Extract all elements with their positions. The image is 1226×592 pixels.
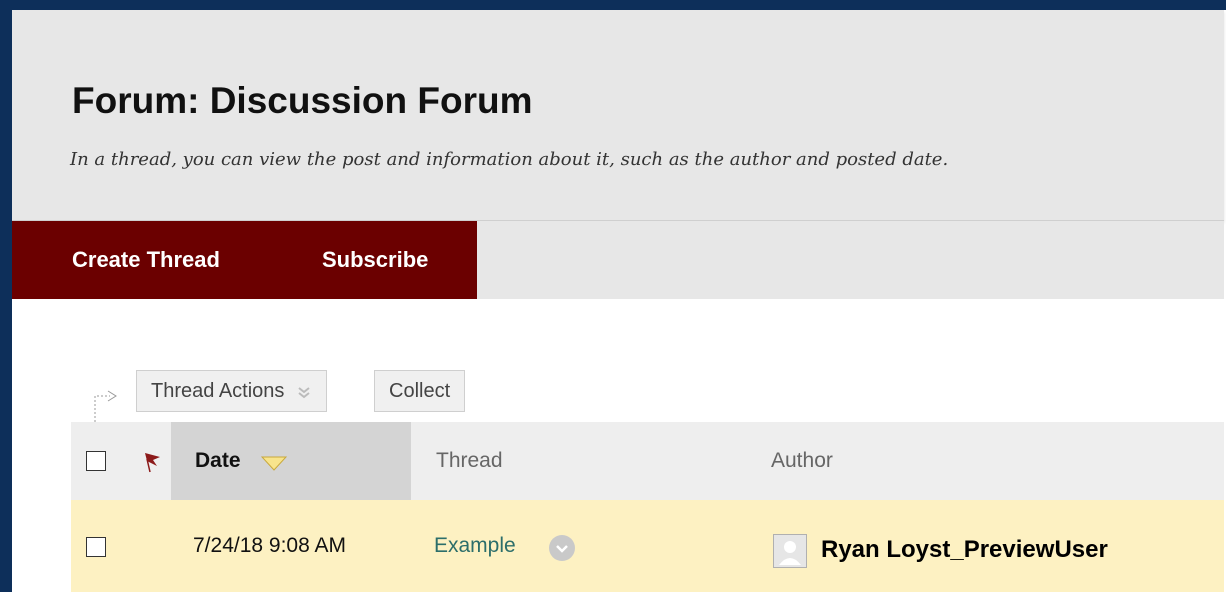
- content-frame: Forum: Discussion Forum In a thread, you…: [12, 10, 1226, 592]
- thread-menu-button[interactable]: [549, 535, 575, 561]
- action-bar: Create Thread Subscribe: [12, 221, 1224, 299]
- date-column-header[interactable]: Date: [171, 422, 411, 500]
- row-date: 7/24/18 9:08 AM: [193, 534, 346, 557]
- double-chevron-down-icon: [298, 386, 310, 398]
- collect-button[interactable]: Collect: [374, 370, 466, 412]
- chevron-down-icon: [556, 545, 568, 553]
- sort-descending-icon: [261, 456, 287, 471]
- table-row: 7/24/18 9:08 AM Example Ryan Loyst_Previ…: [71, 500, 1224, 592]
- thread-actions-button[interactable]: Thread Actions: [136, 370, 327, 412]
- date-column-label: Date: [195, 449, 241, 472]
- user-avatar-icon: [773, 534, 807, 568]
- row-author[interactable]: Ryan Loyst_PreviewUser: [821, 536, 1108, 564]
- table-header: Date Thread Author: [71, 422, 1224, 500]
- thread-actions-label: Thread Actions: [151, 380, 285, 402]
- author-column-header[interactable]: Author: [771, 449, 833, 473]
- action-menu: Create Thread Subscribe: [12, 221, 477, 299]
- thread-link[interactable]: Example: [434, 534, 516, 558]
- page-title: Forum: Discussion Forum: [72, 80, 533, 121]
- subscribe-button[interactable]: Subscribe: [322, 247, 428, 273]
- selection-connector-icon: [94, 390, 117, 422]
- create-thread-button[interactable]: Create Thread: [72, 247, 220, 273]
- flag-icon: [145, 453, 160, 473]
- select-all-checkbox[interactable]: [86, 451, 106, 471]
- page-subtitle: In a thread, you can view the post and i…: [70, 149, 949, 170]
- row-checkbox[interactable]: [86, 537, 106, 557]
- thread-column-header[interactable]: Thread: [436, 449, 503, 473]
- page-header: Forum: Discussion Forum In a thread, you…: [12, 10, 1224, 221]
